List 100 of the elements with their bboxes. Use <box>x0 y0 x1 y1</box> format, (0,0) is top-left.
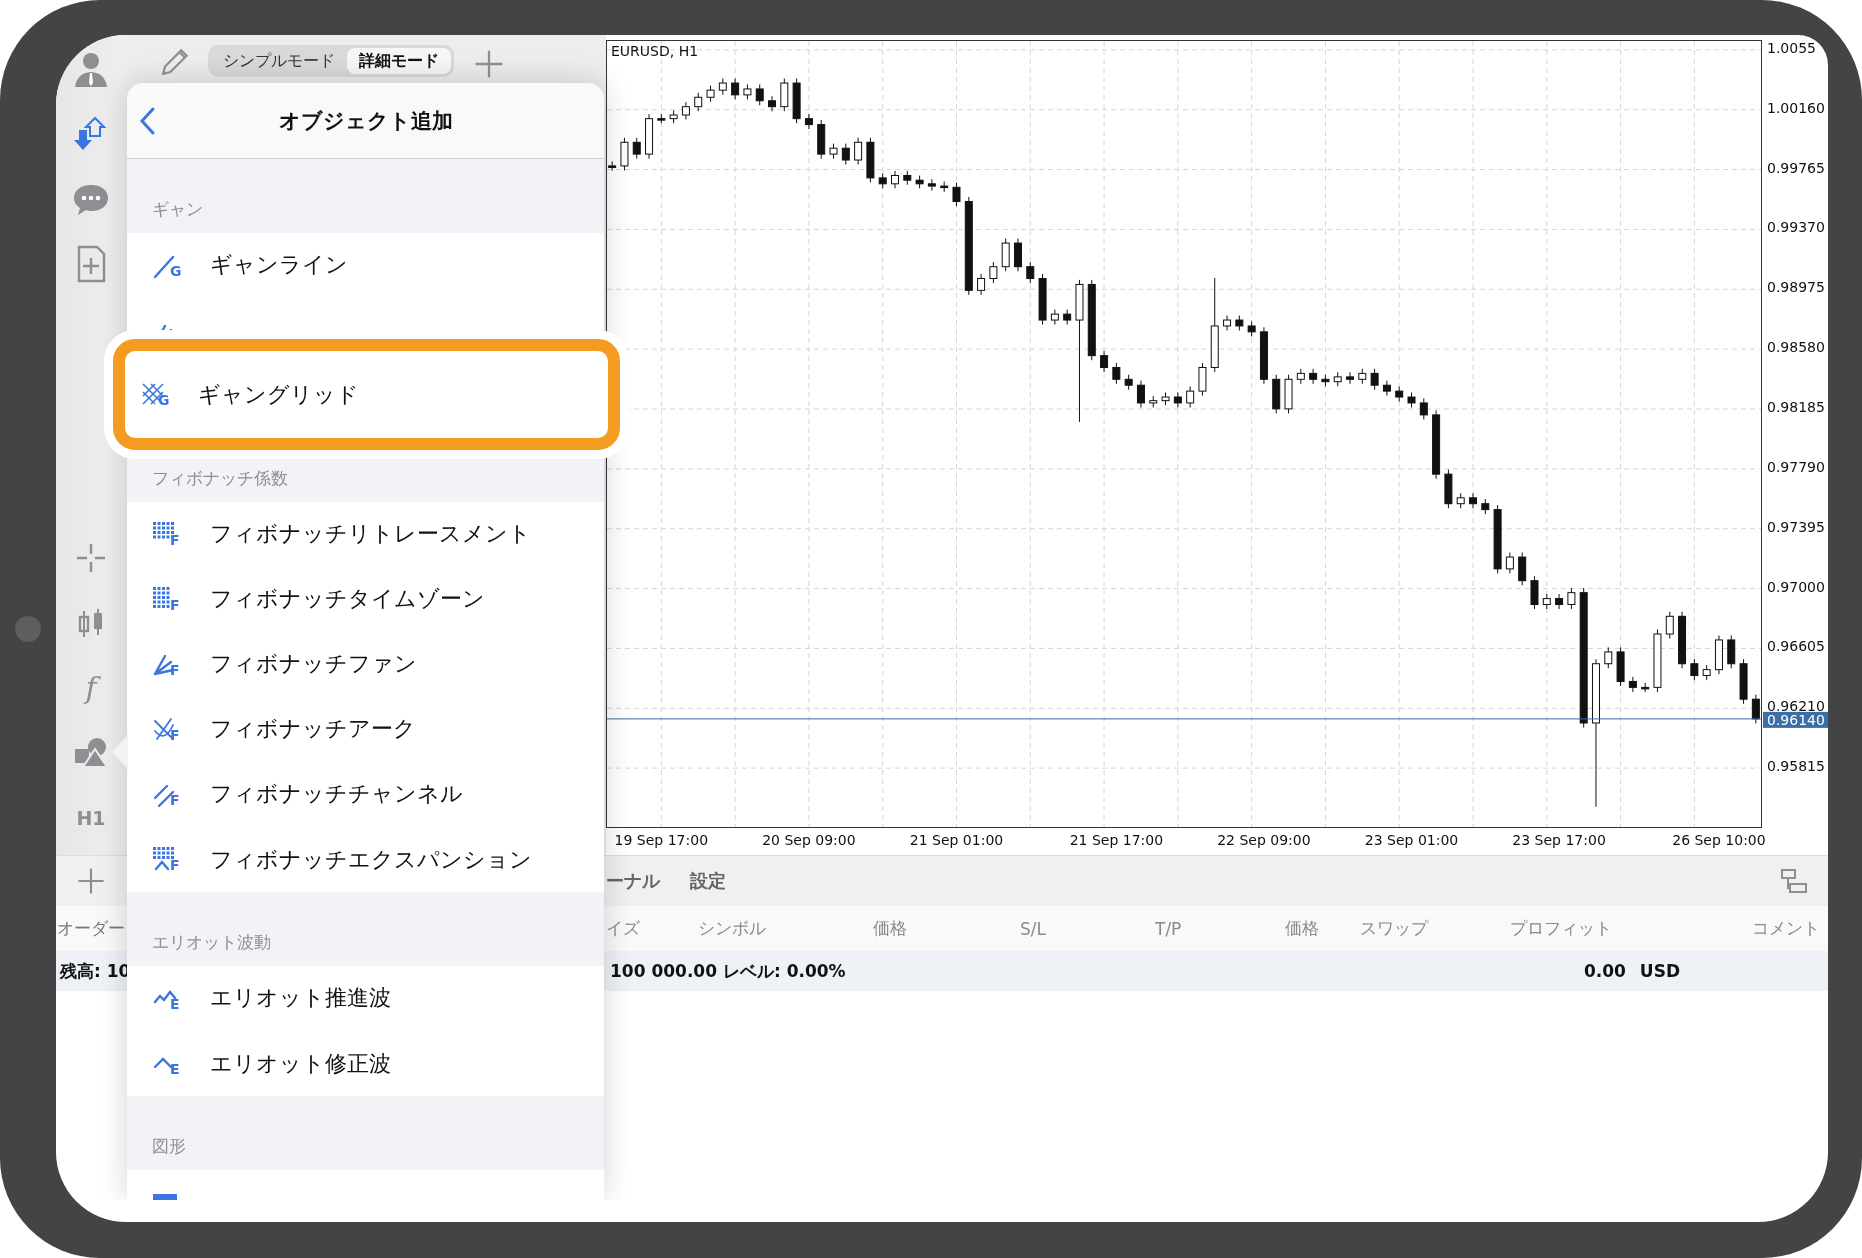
candle <box>731 78 740 100</box>
candle <box>1001 238 1010 272</box>
terminal-tab[interactable]: ーナル <box>606 869 660 893</box>
candle <box>1186 386 1195 408</box>
column-header: 価格 <box>873 918 907 938</box>
menu-item[interactable]: F フィボナッチタイムゾーン <box>127 567 604 632</box>
candle <box>1702 664 1711 681</box>
price-tick-label: 0.97395 <box>1767 518 1825 535</box>
candle <box>1518 552 1527 586</box>
candle <box>1112 362 1121 385</box>
candle <box>1272 374 1281 414</box>
candle <box>1444 469 1453 509</box>
price-tick-label: 1.0055 <box>1767 40 1816 56</box>
column-header: S/L <box>1020 918 1046 939</box>
time-tick-label: 20 Sep 09:00 <box>762 832 856 848</box>
candle <box>989 261 998 284</box>
candle <box>1567 587 1576 610</box>
icon-letter: E <box>170 1061 180 1076</box>
candle <box>1751 694 1760 724</box>
menu-item-label: エリオット推進波 <box>210 984 391 1012</box>
candle <box>829 143 838 160</box>
column-header: オーダー <box>57 917 125 940</box>
candle <box>1136 380 1145 408</box>
candle <box>977 273 986 296</box>
menu-item[interactable]: E エリオット推進波 <box>127 966 604 1031</box>
menu-item-label: フィボナッチエクスパンション <box>210 845 532 874</box>
candle <box>1469 492 1477 509</box>
candle <box>1296 368 1305 385</box>
candle <box>878 172 887 189</box>
icon-letter: E <box>170 996 180 1011</box>
camera-dot <box>15 616 41 642</box>
price-tick-label: 0.98580 <box>1767 339 1825 356</box>
menu-item-label: フィボナッチタイムゾーン <box>210 585 485 613</box>
time-tick-label: 23 Sep 01:00 <box>1364 832 1459 848</box>
chart-title: EURUSD, H1 <box>611 43 699 59</box>
terminal-tab[interactable]: 設定 <box>690 869 726 893</box>
candle <box>817 119 826 160</box>
candle <box>1259 326 1268 385</box>
menu-item-label: ギャングリッド <box>198 380 359 409</box>
candle <box>1026 261 1035 284</box>
section-header: 図形 <box>152 1135 186 1158</box>
candle <box>780 78 789 112</box>
candle <box>854 137 863 166</box>
menu-item[interactable]: F フィボナッチアーク <box>127 697 604 762</box>
candle <box>1456 492 1465 509</box>
menu-item-label: フィボナッチアーク <box>210 715 416 743</box>
candle <box>1050 309 1059 326</box>
candle <box>1653 629 1662 693</box>
column-header: コメント <box>1752 918 1820 938</box>
candle <box>792 78 801 124</box>
price-tick-label: 0.97790 <box>1767 458 1825 475</box>
candle <box>1419 397 1428 420</box>
candle <box>940 181 949 193</box>
mode-tab[interactable]: 詳細モード <box>347 48 451 74</box>
popover-title: オブジェクト追加 <box>277 107 454 135</box>
candle <box>1678 611 1687 669</box>
candle <box>694 92 703 112</box>
candle <box>1333 371 1342 387</box>
mode-tab[interactable]: シンプルモード <box>211 48 347 74</box>
candle <box>1604 646 1613 669</box>
icon-letter: G <box>170 263 182 278</box>
candle <box>1739 658 1748 705</box>
candle <box>1198 362 1207 397</box>
candle <box>743 83 752 100</box>
candle <box>1223 315 1232 331</box>
price-tick-label: 0.98185 <box>1767 399 1825 415</box>
menu-item-label: エリオット修正波 <box>210 1049 391 1078</box>
chevron-left-icon <box>137 105 157 136</box>
candle <box>1370 368 1379 391</box>
candle <box>1100 350 1109 373</box>
menu-item[interactable]: F フィボナッチチャンネル <box>127 762 604 827</box>
price-tick-label: 1.00160 <box>1767 99 1825 116</box>
candle <box>1284 374 1293 414</box>
candle <box>706 85 715 103</box>
candle <box>1149 395 1158 408</box>
candle <box>1665 611 1674 640</box>
candle <box>768 95 776 112</box>
candle <box>1346 371 1354 385</box>
layout-icon[interactable] <box>1780 867 1808 895</box>
candle <box>1530 575 1539 610</box>
candle <box>952 182 961 207</box>
price-tick-label: 0.98975 <box>1767 279 1825 296</box>
candle <box>657 113 666 124</box>
time-tick-label: 21 Sep 17:00 <box>1069 832 1164 848</box>
menu-item[interactable]: G ギャンライン <box>127 233 604 298</box>
section-header: フィボナッチ係数 <box>152 467 288 490</box>
menu-item-label: フィボナッチチャンネル <box>210 780 463 808</box>
menu-item[interactable]: F フィボナッチエクスパンション <box>127 827 604 892</box>
candle <box>1173 392 1182 408</box>
icon-letter: F <box>170 792 180 807</box>
time-tick-label: 26 Sep 10:00 <box>1672 832 1766 848</box>
menu-item[interactable]: E エリオット修正波 <box>127 1031 604 1096</box>
candle <box>1309 368 1318 385</box>
candle <box>1038 273 1047 326</box>
menu-item-label: フィボナッチリトレースメント <box>210 520 531 548</box>
candle <box>1727 634 1736 669</box>
profit-value: 0.00 <box>1583 961 1626 981</box>
candle <box>1382 380 1391 397</box>
candle <box>1358 368 1367 385</box>
candle <box>608 160 617 171</box>
